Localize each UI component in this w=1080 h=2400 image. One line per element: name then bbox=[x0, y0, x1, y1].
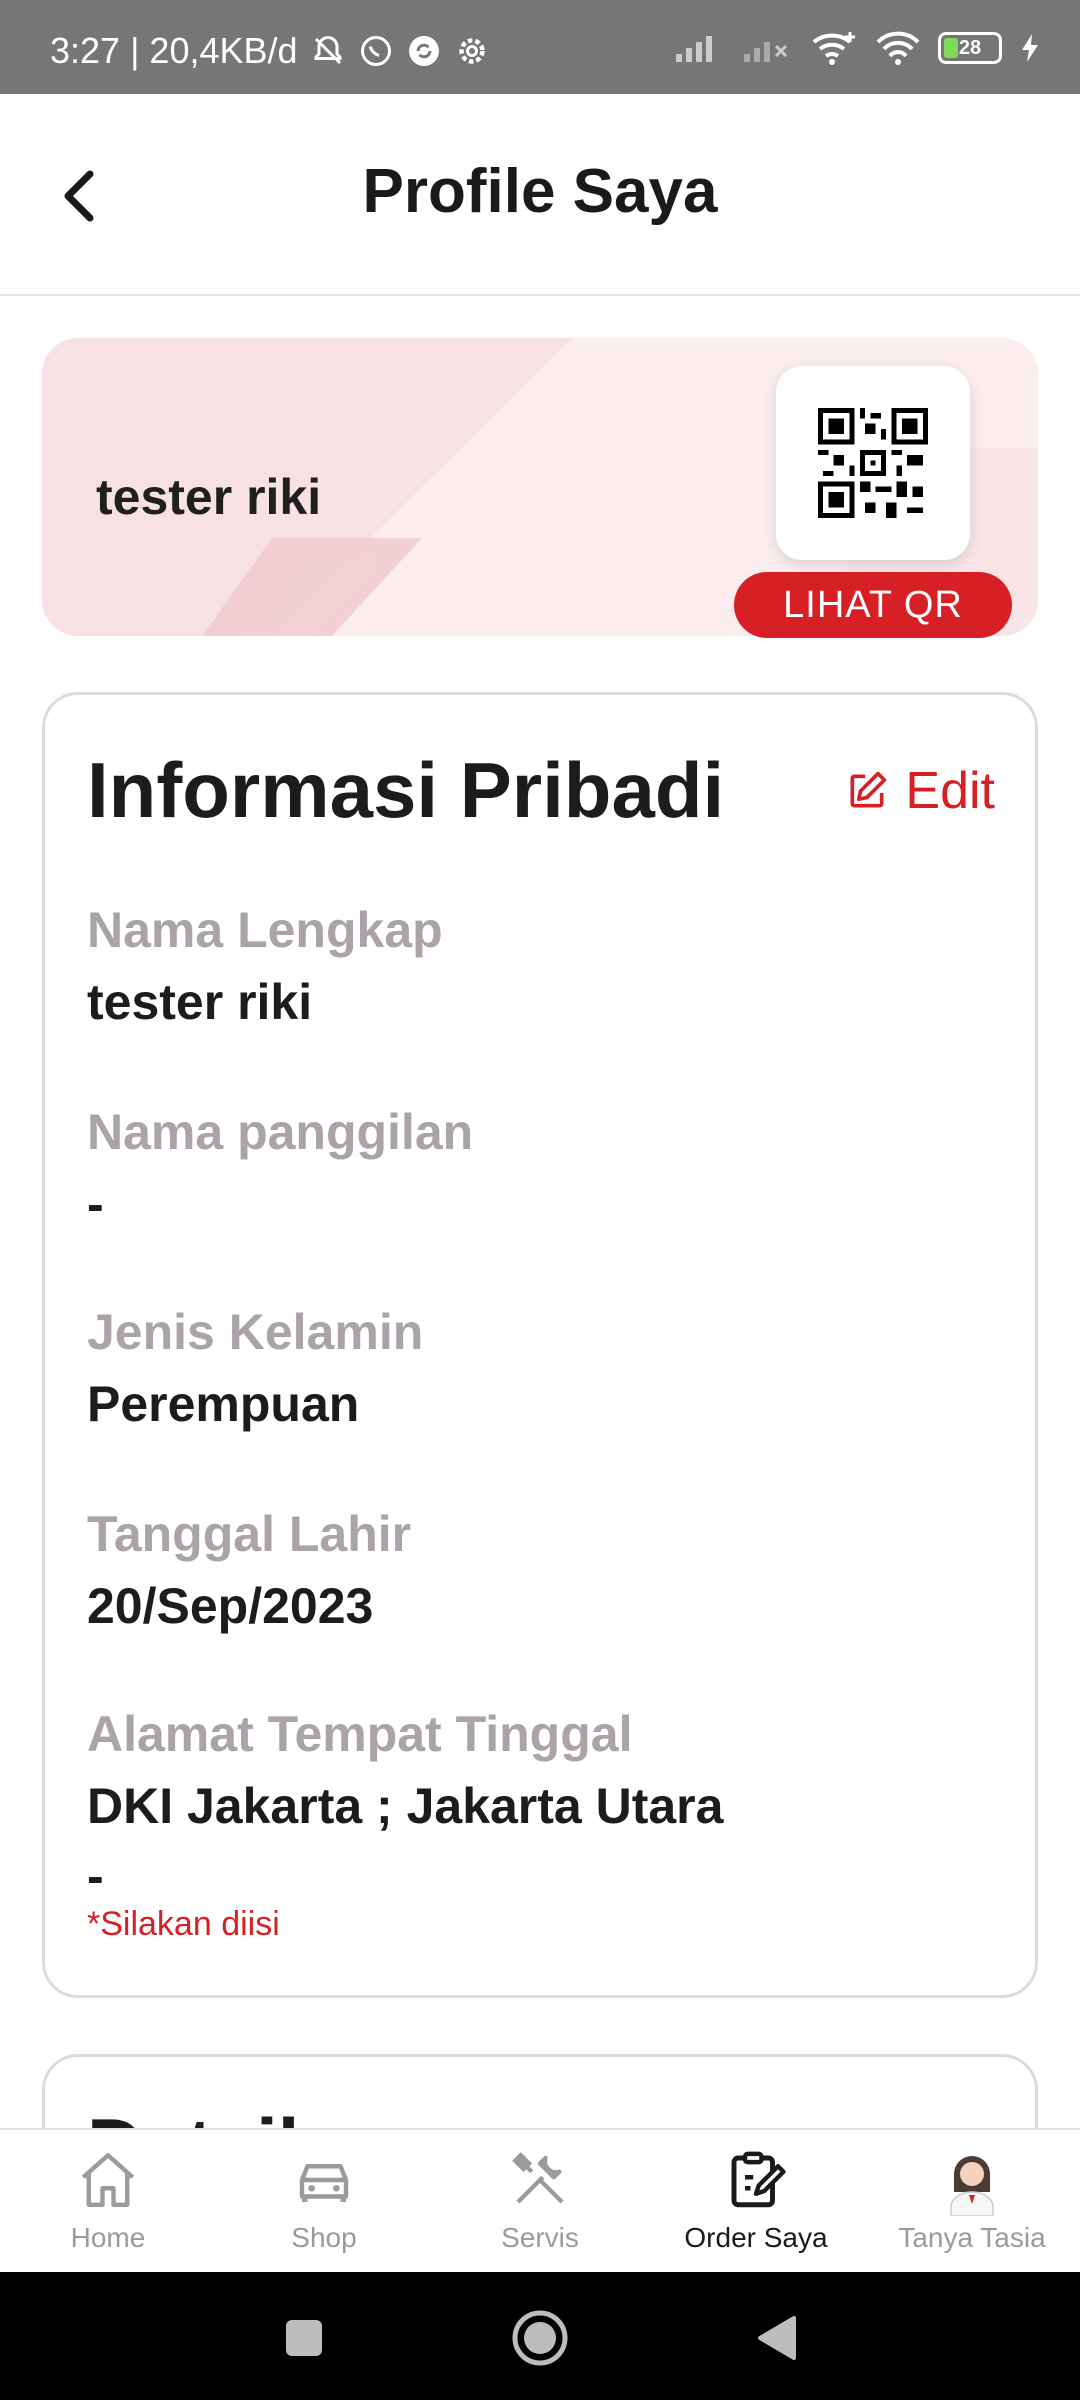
triangle-back-icon bbox=[758, 2316, 796, 2360]
signal-icon bbox=[676, 36, 712, 62]
field-label-nickname: Nama panggilan bbox=[87, 1104, 474, 1160]
nav-label-tanya-tasia: Tanya Tasia bbox=[898, 2222, 1046, 2253]
field-value-gender: Perempuan bbox=[87, 1376, 360, 1432]
status-right: 28 bbox=[674, 30, 1040, 66]
field-label-full-name: Nama Lengkap bbox=[87, 902, 443, 958]
wifi-plus-icon bbox=[812, 32, 855, 65]
field-value-nickname: - bbox=[87, 1176, 104, 1232]
field-value-birthdate: 20/Sep/2023 bbox=[87, 1578, 374, 1634]
sync-icon bbox=[408, 36, 439, 66]
field-value-address: DKI Jakarta ; Jakarta Utara bbox=[87, 1778, 724, 1834]
order-icon bbox=[720, 2144, 792, 2216]
system-nav-bar bbox=[0, 2272, 1080, 2400]
bottom-nav: Home Shop Servis Order Saya Tanya Tasia bbox=[0, 2128, 1080, 2272]
back-system-button[interactable] bbox=[746, 2308, 806, 2368]
nav-item-tanya-tasia[interactable]: Tanya Tasia bbox=[864, 2130, 1080, 2272]
whatsapp-icon bbox=[360, 36, 391, 66]
nav-label-shop: Shop bbox=[291, 2222, 357, 2253]
view-qr-button[interactable]: LIHAT QR bbox=[734, 572, 1012, 638]
home-icon bbox=[72, 2144, 144, 2216]
field-note-address: *Silakan diisi bbox=[87, 1905, 280, 1943]
status-time: 3:27 | 20,4KB/d bbox=[50, 30, 298, 71]
nav-label-servis: Servis bbox=[501, 2222, 579, 2253]
status-left: 3:27 | 20,4KB/d bbox=[50, 30, 490, 72]
nav-item-shop[interactable]: Shop bbox=[216, 2130, 432, 2272]
field-label-gender: Jenis Kelamin bbox=[87, 1304, 424, 1360]
settings-gear-icon bbox=[458, 38, 485, 64]
field-label-birthdate: Tanggal Lahir bbox=[87, 1506, 412, 1562]
nav-item-servis[interactable]: Servis bbox=[432, 2130, 648, 2272]
tools-icon bbox=[504, 2144, 576, 2216]
edit-icon bbox=[850, 771, 887, 808]
edit-label: Edit bbox=[905, 762, 995, 820]
status-bar: 3:27 | 20,4KB/d 28 bbox=[0, 0, 1080, 94]
battery-icon: 28 bbox=[938, 32, 1002, 64]
field-value-full-name: tester riki bbox=[87, 974, 313, 1030]
user-name: tester riki bbox=[96, 469, 322, 525]
nav-label-home: Home bbox=[70, 2222, 146, 2253]
nav-item-order-saya[interactable]: Order Saya bbox=[648, 2130, 864, 2272]
info-title: Informasi Pribadi bbox=[87, 746, 725, 834]
charging-icon bbox=[1022, 34, 1038, 62]
field-value-address-detail: - bbox=[87, 1848, 104, 1904]
field-label-address: Alamat Tempat Tinggal bbox=[87, 1706, 633, 1762]
nav-item-home[interactable]: Home bbox=[0, 2130, 216, 2272]
signal-off-icon bbox=[744, 42, 788, 62]
wifi-icon bbox=[876, 31, 920, 65]
square-icon bbox=[286, 2320, 322, 2356]
qr-code-card[interactable] bbox=[776, 366, 970, 560]
circle-icon bbox=[512, 2310, 568, 2366]
car-icon bbox=[288, 2144, 360, 2216]
recent-apps-button[interactable] bbox=[274, 2308, 334, 2368]
home-system-button[interactable] bbox=[510, 2308, 570, 2368]
battery-level: 28 bbox=[958, 36, 982, 59]
assistant-avatar bbox=[936, 2144, 1008, 2216]
nav-label-order-saya: Order Saya bbox=[684, 2222, 828, 2253]
page-title: Profile Saya bbox=[362, 157, 718, 226]
personal-info-card: Informasi Pribadi Edit Nama Lengkap test… bbox=[42, 692, 1038, 1998]
app-header: Profile Saya bbox=[0, 94, 1080, 296]
bell-off-icon bbox=[314, 35, 342, 65]
edit-button[interactable]: Edit bbox=[845, 761, 995, 821]
qr-code-icon bbox=[818, 408, 928, 518]
